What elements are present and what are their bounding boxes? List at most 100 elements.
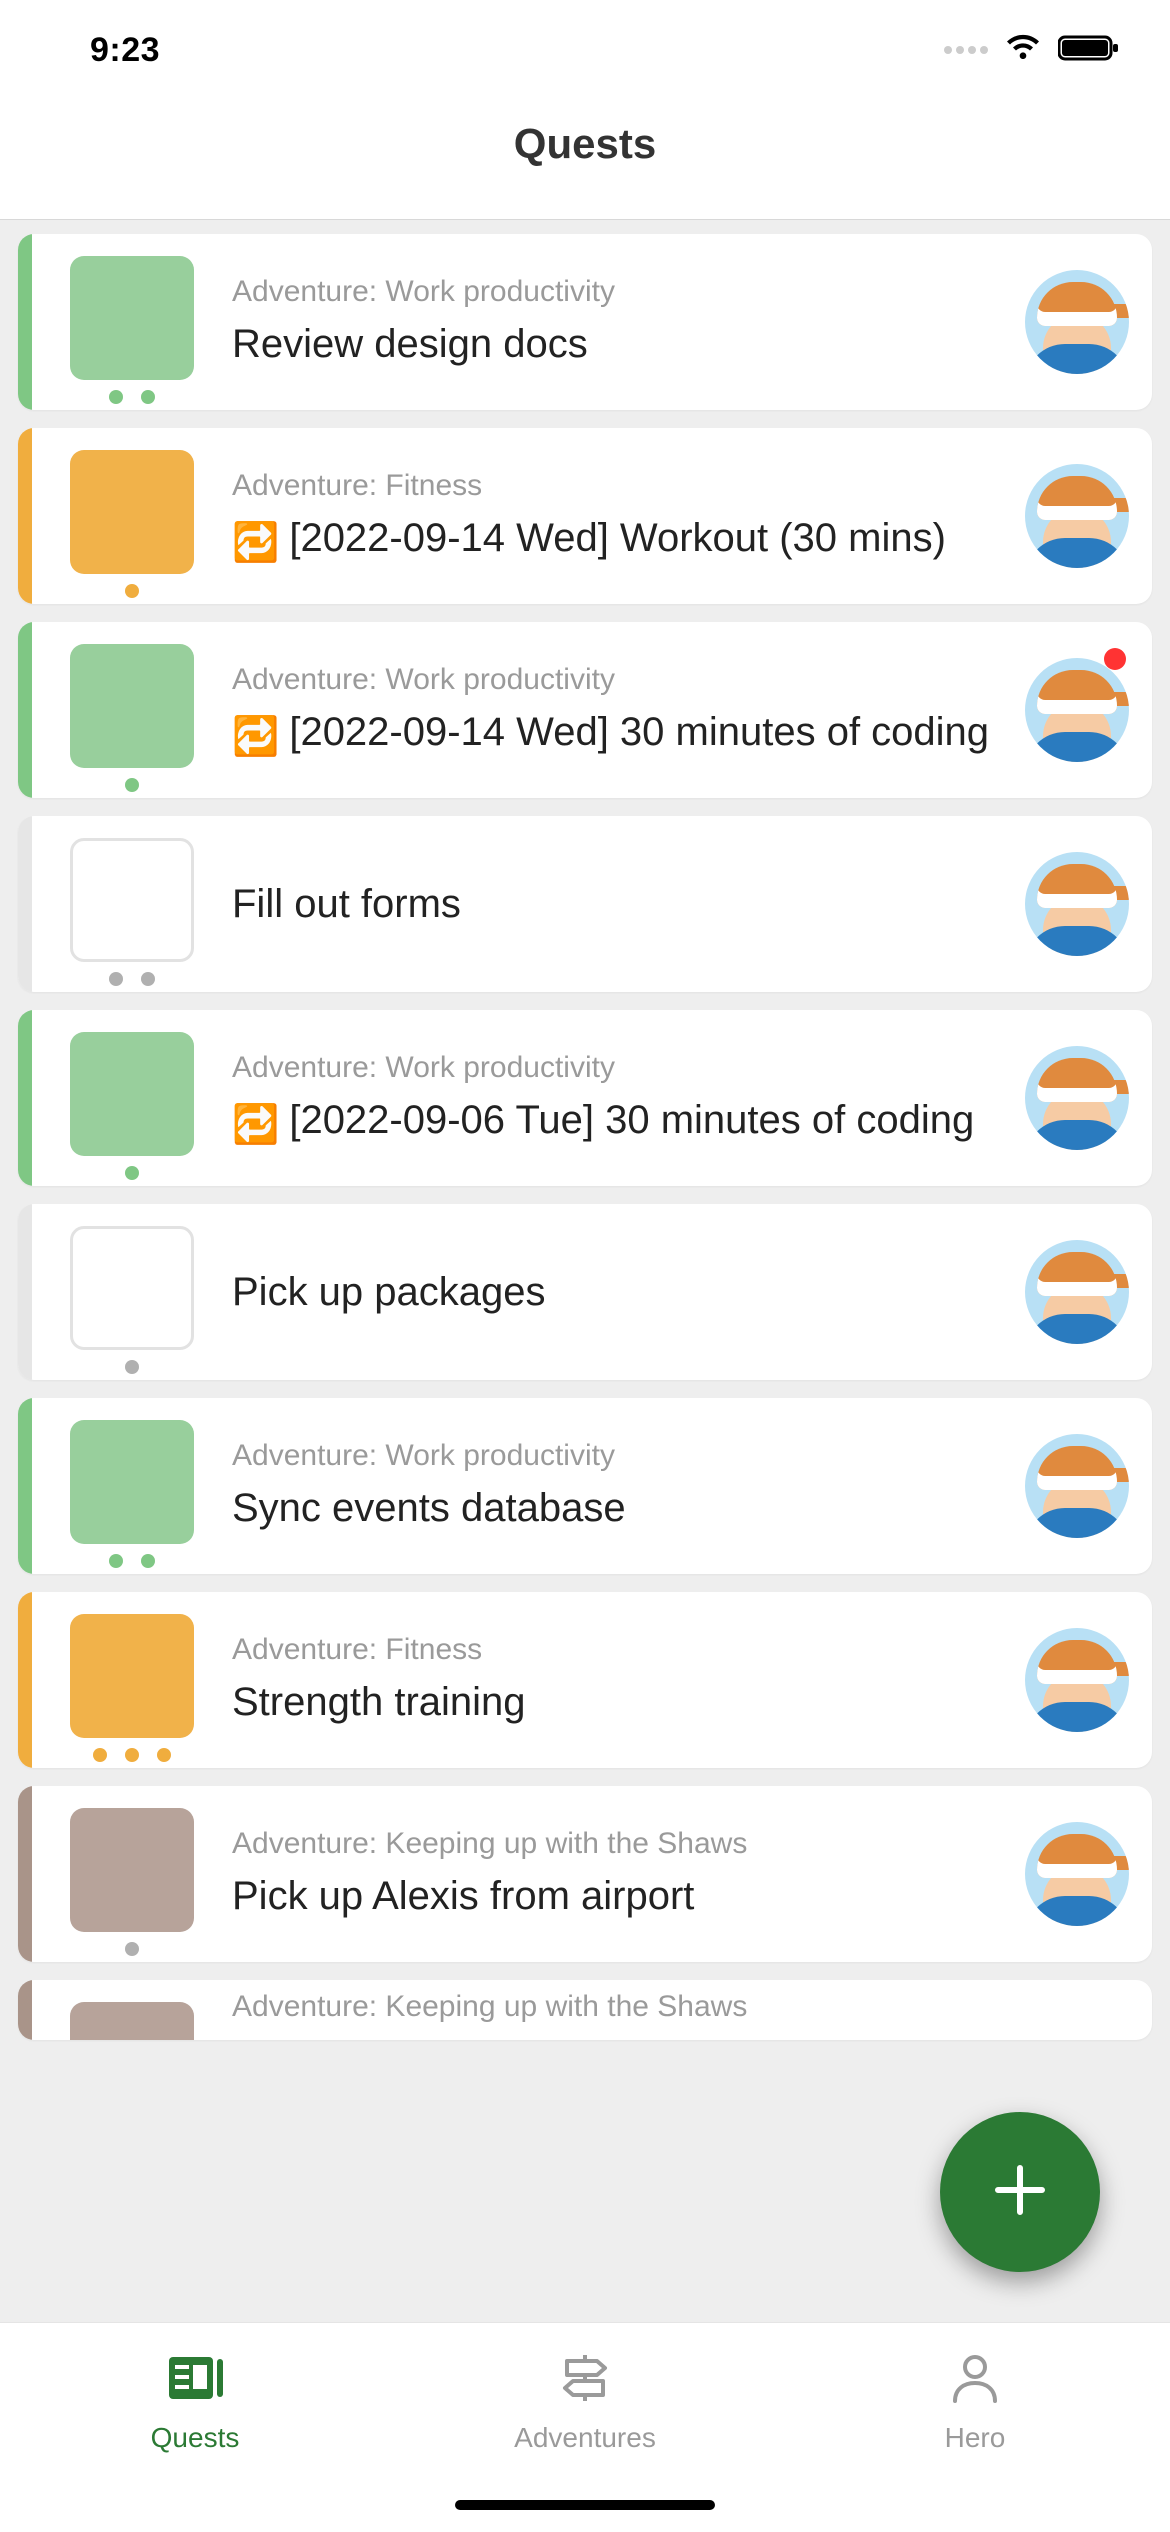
quest-thumbnail	[70, 1226, 194, 1350]
progress-dots	[125, 1166, 139, 1180]
quest-card[interactable]: Adventure: Work productivityReview desig…	[18, 234, 1152, 410]
adventure-label: Adventure: Fitness	[232, 469, 992, 503]
tab-quests-label: Quests	[151, 2422, 240, 2454]
card-avatar-area	[1002, 1204, 1152, 1380]
quest-card[interactable]: Adventure: Fitness 🔁[2022-09-14 Wed] Work…	[18, 428, 1152, 604]
quest-title: 🔁[2022-09-14 Wed] Workout (30 mins)	[232, 513, 992, 564]
color-stripe	[18, 816, 32, 992]
progress-dots	[109, 1554, 155, 1568]
wifi-icon	[1004, 33, 1042, 68]
card-body: Adventure: Fitness 🔁[2022-09-14 Wed] Work…	[232, 428, 1002, 604]
adventure-label: Adventure: Keeping up with the Shaws	[232, 1990, 1142, 2024]
card-avatar-area	[1002, 1398, 1152, 1574]
card-avatar-area	[1002, 1786, 1152, 1962]
card-body: Adventure: Keeping up with the Shaws Pick…	[232, 1786, 1002, 1962]
quest-list[interactable]: Adventure: Work productivityReview desig…	[0, 220, 1170, 2322]
quest-card[interactable]: Pick up packages	[18, 1204, 1152, 1380]
repeat-icon: 🔁	[232, 520, 279, 568]
progress-dot	[141, 1554, 155, 1568]
color-stripe	[18, 1204, 32, 1380]
progress-dots	[125, 1360, 139, 1374]
quest-title: Pick up Alexis from airport	[232, 1871, 992, 1921]
card-body: Adventure: Keeping up with the Shaws	[232, 1980, 1152, 2040]
color-stripe	[18, 1398, 32, 1574]
quest-thumbnail	[70, 1420, 194, 1544]
card-avatar-area	[1002, 1592, 1152, 1768]
color-stripe	[18, 622, 32, 798]
tab-adventures[interactable]: Adventures	[390, 2351, 780, 2454]
quest-thumbnail	[70, 2002, 194, 2040]
tab-hero-label: Hero	[945, 2422, 1006, 2454]
quest-card[interactable]: Adventure: Work productivity Sync events …	[18, 1398, 1152, 1574]
quest-card[interactable]: Adventure: Work productivity🔁[2022-09-14…	[18, 622, 1152, 798]
quest-thumbnail	[70, 644, 194, 768]
plus-icon	[988, 2158, 1052, 2227]
quest-title: Strength training	[232, 1677, 992, 1727]
card-thumb-area	[32, 234, 232, 410]
page-title: Quests	[514, 120, 656, 168]
card-body: Adventure: Work productivity 🔁[2022-09-06…	[232, 1010, 1002, 1186]
color-stripe	[18, 1592, 32, 1768]
hero-avatar	[1025, 1822, 1129, 1926]
card-thumb-area	[32, 1786, 232, 1962]
card-thumb-area	[32, 428, 232, 604]
card-avatar-area	[1002, 1010, 1152, 1186]
card-thumb-area	[32, 1010, 232, 1186]
color-stripe	[18, 234, 32, 410]
progress-dots	[93, 1748, 171, 1762]
quest-title-text: [2022-09-14 Wed] Workout (30 mins)	[289, 513, 946, 563]
quest-card[interactable]: Adventure: Keeping up with the Shaws Pick…	[18, 1786, 1152, 1962]
progress-dot	[109, 1554, 123, 1568]
adventure-label: Adventure: Keeping up with the Shaws	[232, 1827, 992, 1861]
progress-dots	[109, 390, 155, 404]
hero-avatar	[1025, 464, 1129, 568]
quest-card[interactable]: Adventure: Keeping up with the Shaws	[18, 1980, 1152, 2040]
color-stripe	[18, 428, 32, 604]
hero-avatar	[1025, 1628, 1129, 1732]
quest-title: Pick up packages	[232, 1267, 992, 1317]
progress-dot	[141, 390, 155, 404]
adventure-label: Adventure: Work productivity	[232, 275, 992, 309]
quest-card[interactable]: Adventure: FitnessStrength training	[18, 1592, 1152, 1768]
quest-title: Fill out forms	[232, 879, 992, 929]
progress-dot	[125, 1748, 139, 1762]
quest-title-text: Sync events database	[232, 1483, 626, 1533]
status-time: 9:23	[90, 31, 160, 70]
signpost-icon	[553, 2351, 617, 2410]
card-thumb-area	[32, 622, 232, 798]
progress-dot	[125, 1360, 139, 1374]
card-thumb-area	[32, 816, 232, 992]
card-body: Adventure: Work productivity Sync events …	[232, 1398, 1002, 1574]
quest-title-text: Strength training	[232, 1677, 526, 1727]
card-body: Adventure: FitnessStrength training	[232, 1592, 1002, 1768]
tab-hero[interactable]: Hero	[780, 2351, 1170, 2454]
hero-avatar	[1025, 270, 1129, 374]
status-bar: 9:23	[0, 0, 1170, 100]
quest-title: 🔁[2022-09-06 Tue] 30 minutes of coding	[232, 1095, 992, 1146]
adventure-label: Adventure: Work productivity	[232, 1439, 992, 1473]
progress-dot	[125, 1166, 139, 1180]
notification-badge	[1104, 648, 1126, 670]
add-quest-button[interactable]	[940, 2112, 1100, 2272]
card-avatar-area	[1002, 234, 1152, 410]
color-stripe	[18, 1010, 32, 1186]
quest-card[interactable]: Adventure: Work productivity 🔁[2022-09-06…	[18, 1010, 1152, 1186]
card-body: Pick up packages	[232, 1204, 1002, 1380]
card-body: Fill out forms	[232, 816, 1002, 992]
quest-title: Sync events database	[232, 1483, 992, 1533]
tab-quests[interactable]: Quests	[0, 2351, 390, 2454]
hero-avatar	[1025, 658, 1129, 762]
adventure-label: Adventure: Work productivity	[232, 663, 992, 697]
quest-thumbnail	[70, 450, 194, 574]
page-header: Quests	[0, 100, 1170, 220]
person-icon	[943, 2351, 1007, 2410]
progress-dots	[125, 584, 139, 598]
quest-card[interactable]: Fill out forms	[18, 816, 1152, 992]
home-indicator	[455, 2500, 715, 2510]
status-indicators	[944, 33, 1120, 68]
quest-thumbnail	[70, 1614, 194, 1738]
adventure-label: Adventure: Work productivity	[232, 1051, 992, 1085]
battery-icon	[1058, 33, 1120, 68]
progress-dot	[125, 778, 139, 792]
hero-avatar	[1025, 852, 1129, 956]
